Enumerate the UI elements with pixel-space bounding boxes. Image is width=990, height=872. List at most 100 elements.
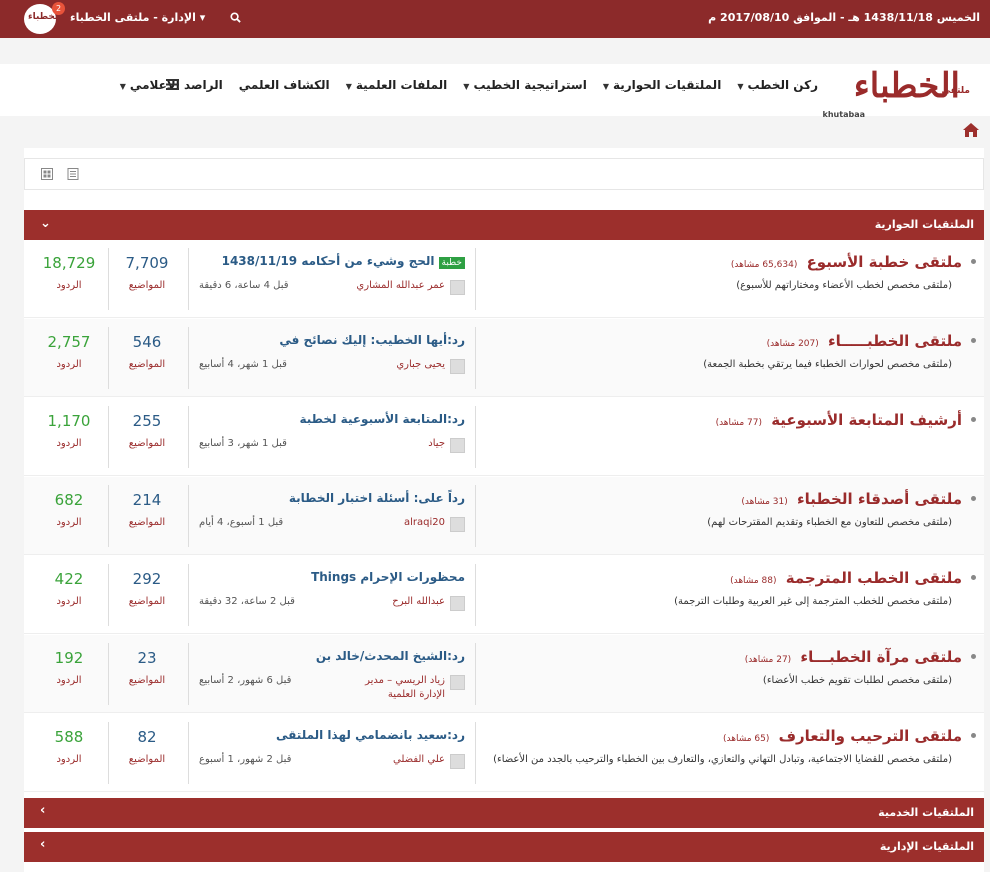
main-nav: ركن الخطب▼ الملتقيات الحوارية▼ استراتيجي… <box>120 78 818 92</box>
last-post-author-role: الإدارة العلمية <box>387 689 445 700</box>
top-bar: الخميس 1438/11/18 هـ - الموافق 2017/08/1… <box>0 0 990 38</box>
logo-prefix: ملتقى <box>941 86 970 96</box>
forum-views: (27 مشاهد) <box>744 655 792 665</box>
posts-stat: 2,757 الردود <box>47 333 91 370</box>
forum-title[interactable]: ملتقى الخطبـــــاء (207 مشاهد) <box>766 332 976 350</box>
last-post-author[interactable]: زياد الريسي – مدير <box>365 675 445 686</box>
forum-description: (ملتقى مخصص لطلبات تقويم خطب الأعضاء) <box>762 675 952 686</box>
topics-stat: 7,709 المواضيع <box>125 254 169 291</box>
avatar[interactable] <box>450 675 465 690</box>
bullet-icon <box>971 417 976 422</box>
last-post-title[interactable]: رد:أيها الخطيب: إليك نصائح في <box>279 333 465 347</box>
forum-row: ملتقى الخطب المترجمة (88 مشاهد) (ملتقى م… <box>24 556 984 634</box>
forum-views: (65,634 مشاهد) <box>730 260 798 270</box>
last-post-title[interactable]: رداً على: أسئلة اختبار الخطابة <box>289 491 465 505</box>
bullet-icon <box>971 654 976 659</box>
notification-badge[interactable]: 2 <box>52 2 65 15</box>
site-logo[interactable]: الخطباء ملتقى khutabaa <box>823 66 970 122</box>
grid-view-icon[interactable] <box>41 168 53 180</box>
nav-item-forums[interactable]: الملتقيات الحوارية▼ <box>603 78 722 92</box>
last-post-time: قبل 1 أسبوع، 4 أيام <box>199 517 284 528</box>
date-label: الخميس 1438/11/18 هـ - الموافق 2017/08/1… <box>708 11 980 24</box>
avatar[interactable] <box>450 517 465 532</box>
divider <box>108 564 109 626</box>
last-post-author[interactable]: يحيى جباري <box>396 359 445 370</box>
forum-title[interactable]: أرشيف المتابعة الأسبوعية (77 مشاهد) <box>715 411 976 429</box>
nav-item-index[interactable]: الكشاف العلمي <box>239 78 330 92</box>
topics-stat: 82 المواضيع <box>128 728 166 765</box>
category-title: الملتقيات الحوارية <box>874 218 974 231</box>
last-post-title[interactable]: رد:المتابعة الأسبوعية لخطبة <box>299 412 465 426</box>
bullet-icon <box>971 259 976 264</box>
bullet-icon <box>971 338 976 343</box>
bullet-icon <box>971 496 976 501</box>
last-post: رد:المتابعة الأسبوعية لخطبة جياد قبل 1 ش… <box>188 406 476 468</box>
last-post-title[interactable]: محظورات الإحرام Things <box>311 570 465 584</box>
home-icon[interactable] <box>962 122 980 138</box>
last-post: رداً على: أسئلة اختبار الخطابة alraqi20 … <box>188 485 476 547</box>
chevron-left-icon[interactable]: ‹ <box>40 803 45 818</box>
forum-description: (ملتقى مخصص للقضايا الاجتماعية، وتبادل ا… <box>493 754 952 765</box>
category-title: الملتقيات الخدمية <box>878 806 974 819</box>
avatar[interactable] <box>450 280 465 295</box>
avatar[interactable] <box>450 754 465 769</box>
category-header[interactable]: الملتقيات الإدارية ‹ <box>24 832 984 862</box>
avatar[interactable] <box>450 596 465 611</box>
forum-row: ملتقى الخطبـــــاء (207 مشاهد) (ملتقى مخ… <box>24 319 984 397</box>
last-post-title[interactable]: خطبةالحج وشيء من أحكامه 1438/11/19 <box>222 254 465 269</box>
divider <box>108 406 109 468</box>
post-tag: خطبة <box>438 257 465 269</box>
last-post-author[interactable]: عبدالله البرح <box>392 596 445 607</box>
nav-item-khutab[interactable]: ركن الخطب▼ <box>737 78 818 92</box>
forum-views: (207 مشاهد) <box>766 339 819 349</box>
forum-description: (ملتقى مخصص لحوارات الخطباء فيما يرتقي ب… <box>703 359 952 370</box>
bullet-icon <box>971 575 976 580</box>
chevron-down-icon[interactable]: ⌄ <box>40 216 51 231</box>
last-post-author[interactable]: alraqi20 <box>404 517 445 528</box>
forum-title[interactable]: ملتقى خطبة الأسبوع (65,634 مشاهد) <box>730 253 976 271</box>
divider <box>108 248 109 310</box>
last-post-title[interactable]: رد:الشيخ المحدث/خالد بن <box>316 649 465 663</box>
last-post-time: قبل 1 شهر، 4 أسابيع <box>199 359 287 370</box>
nav-item-strategy[interactable]: استراتيجية الخطيب▼ <box>463 78 587 92</box>
last-post-time: قبل 2 شهور، 1 أسبوع <box>199 754 292 765</box>
forum-row: ملتقى مرآة الخطبـــاء (27 مشاهد) (ملتقى … <box>24 635 984 713</box>
last-post: رد:أيها الخطيب: إليك نصائح في يحيى جباري… <box>188 327 476 389</box>
forum-description: (ملتقى مخصص للخطب المترجمة إلى غير العرب… <box>674 596 952 607</box>
forum-views: (65 مشاهد) <box>722 734 770 744</box>
forum-title[interactable]: ملتقى الترحيب والتعارف (65 مشاهد) <box>722 727 976 745</box>
forum-title[interactable]: ملتقى مرآة الخطبـــاء (27 مشاهد) <box>744 648 976 666</box>
logo-latin: khutabaa <box>822 110 865 119</box>
caret-down-icon: ▼ <box>119 82 126 91</box>
forum-title[interactable]: ملتقى الخطب المترجمة (88 مشاهد) <box>730 569 976 587</box>
avatar[interactable] <box>450 359 465 374</box>
last-post-author[interactable]: عمر عبدالله المشاري <box>356 280 445 291</box>
forum-row: ملتقى أصدقاء الخطباء (31 مشاهد) (ملتقى م… <box>24 477 984 555</box>
hamburger-menu-icon[interactable] <box>166 79 179 90</box>
admin-menu[interactable]: ▾ الإدارة - ملتقى الخطباء <box>70 11 205 24</box>
nav-item-files[interactable]: الملفات العلمية▼ <box>346 78 448 92</box>
last-post-time: قبل 4 ساعة، 6 دقيقة <box>199 280 289 291</box>
list-view-icon[interactable] <box>67 168 79 180</box>
caret-down-icon: ▼ <box>463 82 470 91</box>
last-post-author[interactable]: علي الفضلي <box>393 754 445 765</box>
caret-down-icon: ▼ <box>345 82 352 91</box>
last-post: محظورات الإحرام Things عبدالله البرح قبل… <box>188 564 476 626</box>
posts-stat: 682 الردود <box>54 491 84 528</box>
last-post-author[interactable]: جياد <box>428 438 445 449</box>
avatar[interactable] <box>450 438 465 453</box>
forum-views: (77 مشاهد) <box>715 418 762 428</box>
last-post: رد:سعيد بانضمامي لهذا الملتقى علي الفضلي… <box>188 722 476 784</box>
forum-views: (31 مشاهد) <box>741 497 788 507</box>
chevron-left-icon[interactable]: ‹ <box>40 837 45 852</box>
posts-stat: 192 الردود <box>54 649 84 686</box>
category-header[interactable]: الملتقيات الخدمية ‹ <box>24 798 984 828</box>
forum-description: (ملتقى مخصص للتعاون مع الخطباء وتقديم ال… <box>707 517 952 528</box>
search-icon[interactable] <box>230 12 241 23</box>
forum-views: (88 مشاهد) <box>730 576 777 586</box>
category-header[interactable]: الملتقيات الحوارية ⌄ <box>24 210 984 240</box>
forum-title[interactable]: ملتقى أصدقاء الخطباء (31 مشاهد) <box>741 490 976 508</box>
last-post-title[interactable]: رد:سعيد بانضمامي لهذا الملتقى <box>276 728 465 742</box>
divider <box>108 643 109 705</box>
forum-row: ملتقى الترحيب والتعارف (65 مشاهد) (ملتقى… <box>24 714 984 792</box>
